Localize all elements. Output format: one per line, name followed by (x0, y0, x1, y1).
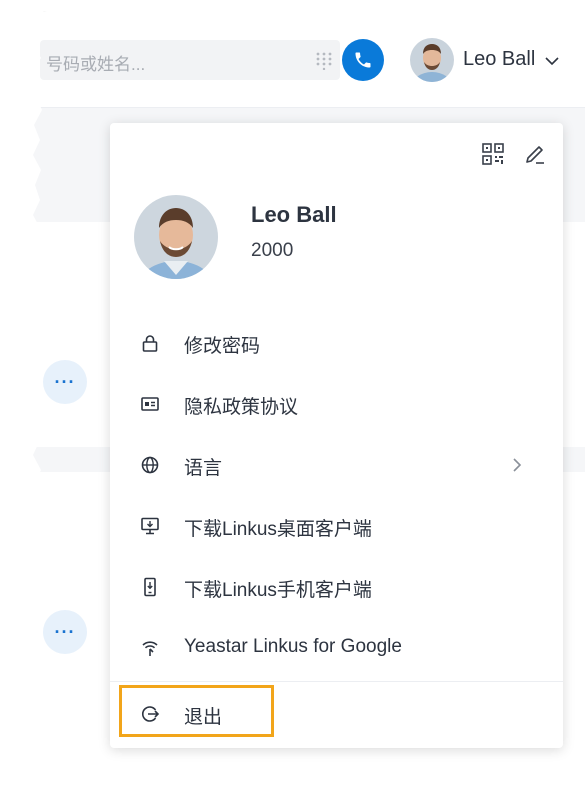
profile-extension: 2000 (251, 240, 294, 261)
menu-item-label: Yeastar Linkus for Google (184, 636, 402, 657)
menu-item-label: 隐私政策协议 (184, 397, 299, 418)
menu-item-download-desktop[interactable]: 下载Linkus桌面客户端 (110, 496, 563, 556)
menu-item-label: 下载Linkus手机客户端 (184, 580, 372, 601)
globe-icon (141, 456, 159, 474)
logout-highlight (119, 685, 274, 737)
menu-item-download-mobile[interactable]: 下载Linkus手机客户端 (110, 557, 563, 617)
qr-code-icon[interactable] (482, 143, 504, 165)
avatar-photo (134, 195, 218, 279)
menu-item-language[interactable]: 语言 (110, 435, 563, 495)
menu-divider (110, 681, 563, 682)
desktop-download-icon (141, 517, 159, 535)
mobile-download-icon (144, 577, 156, 597)
menu-item-linkus-google[interactable]: Yeastar Linkus for Google (110, 618, 563, 678)
menu-item-change-password[interactable]: 修改密码 (110, 313, 563, 373)
extension-icon (142, 641, 158, 656)
id-card-icon (141, 397, 159, 411)
lock-icon (142, 335, 158, 352)
chevron-right-icon (513, 458, 522, 472)
user-menu-popover: Leo Ball 2000 修改密码 隐私政策协议 语言 下载Linkus桌面客… (110, 123, 563, 748)
menu-item-label: 语言 (184, 458, 223, 479)
menu-item-privacy-policy[interactable]: 隐私政策协议 (110, 374, 563, 434)
edit-icon[interactable] (524, 143, 546, 165)
menu-item-label: 下载Linkus桌面客户端 (184, 519, 372, 540)
screenshot-frame: 号码或姓名... Leo Ball ··· ··· Leo Ball 2000 … (0, 0, 585, 807)
menu-item-label: 修改密码 (184, 336, 261, 357)
profile-avatar (134, 195, 218, 279)
profile-name: Leo Ball (251, 202, 337, 227)
